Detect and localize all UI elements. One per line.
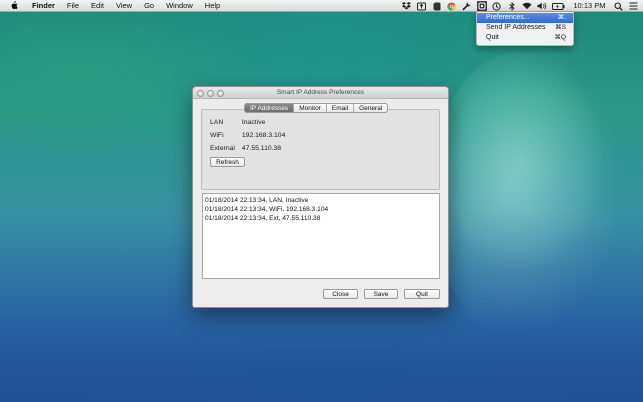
tab-bar: IP Addresses Monitor Email General	[244, 103, 389, 113]
window-titlebar[interactable]: Smart IP Address Preferences	[193, 87, 448, 99]
menu-help[interactable]: Help	[199, 0, 226, 12]
minimize-window-button[interactable]	[207, 89, 214, 97]
bluetooth-icon[interactable]	[507, 1, 517, 11]
tab-ip-addresses[interactable]: IP Addresses	[245, 104, 294, 112]
upload-icon[interactable]	[417, 1, 427, 11]
menu-finder[interactable]: Finder	[26, 0, 61, 12]
log-line: 01/18/2014 22:13:34, WiFi, 192.168.3.104	[205, 206, 329, 213]
menu-item-preferences-label: Preferences...	[486, 14, 530, 21]
ip-label-lan: LAN	[210, 119, 224, 126]
close-window-button[interactable]	[197, 89, 204, 97]
menu-item-preferences[interactable]: Preferences... ⌘,	[477, 13, 573, 23]
save-button[interactable]: Save	[364, 289, 398, 299]
smart-ip-icon[interactable]	[476, 1, 487, 11]
ip-label-wifi: WiFi	[210, 132, 224, 139]
apple-icon[interactable]	[10, 1, 18, 10]
menu-file[interactable]: File	[61, 0, 85, 12]
menu-item-quit[interactable]: Quit ⌘Q	[477, 33, 573, 43]
ip-row-lan: LAN Inactive	[210, 119, 265, 126]
battery-icon[interactable]	[552, 1, 566, 11]
tab-email[interactable]: Email	[325, 104, 353, 112]
spotlight-icon[interactable]	[613, 1, 623, 11]
preferences-window: Smart IP Address Preferences IP Addresse…	[192, 86, 449, 308]
tab-monitor[interactable]: Monitor	[293, 104, 326, 112]
menu-clock[interactable]: 10:13 PM	[568, 0, 610, 12]
menu-item-preferences-shortcut: ⌘,	[557, 14, 566, 21]
refresh-button[interactable]: Refresh	[210, 157, 245, 167]
window-controls	[197, 89, 227, 97]
evernote-icon[interactable]	[432, 1, 442, 11]
log-line: 01/18/2014 22:13:34, Ext, 47.55.110.38	[205, 215, 321, 222]
dropbox-icon[interactable]	[402, 1, 412, 11]
log-line: 01/18/2014 22:13:34, LAN, Inactive	[205, 197, 309, 204]
menu-go[interactable]: Go	[138, 0, 160, 12]
menu-edit[interactable]: Edit	[85, 0, 110, 12]
ip-value-lan: Inactive	[241, 119, 266, 126]
status-menu-dropdown: Preferences... ⌘, Send IP Addresses ⌘S Q…	[476, 12, 574, 46]
tab-general[interactable]: General	[353, 104, 387, 112]
list-icon[interactable]	[628, 1, 638, 11]
menu-item-quit-shortcut: ⌘Q	[554, 34, 566, 41]
menu-item-send-ip-addresses-shortcut: ⌘S	[555, 24, 566, 31]
ip-value-wifi: 192.168.3.104	[241, 132, 286, 139]
time-machine-icon[interactable]	[492, 1, 502, 11]
ip-row-external: External 47.55.110.38	[210, 145, 281, 152]
quit-button[interactable]: Quit	[404, 289, 440, 299]
ip-row-wifi: WiFi 192.168.3.104	[210, 132, 285, 139]
status-area: 10:13 PM	[399, 0, 643, 12]
ip-log-view[interactable]: 01/18/2014 22:13:34, LAN, Inactive 01/18…	[202, 193, 440, 279]
close-button[interactable]: Close	[323, 289, 358, 299]
ip-label-external: External	[210, 145, 235, 152]
wifi-icon[interactable]	[522, 1, 532, 11]
zoom-window-button[interactable]	[217, 89, 224, 97]
window-title: Smart IP Address Preferences	[276, 89, 365, 96]
menu-bar: Finder File Edit View Go Window Help 10:…	[0, 0, 643, 12]
wrench-icon[interactable]	[462, 1, 472, 11]
menu-item-send-ip-addresses-label: Send IP Addresses	[486, 24, 546, 31]
menu-view[interactable]: View	[110, 0, 138, 12]
menu-item-quit-label: Quit	[486, 34, 499, 41]
chrome-icon[interactable]	[447, 1, 457, 11]
volume-icon[interactable]	[537, 1, 547, 11]
menu-window[interactable]: Window	[160, 0, 199, 12]
ip-value-external: 47.55.110.38	[241, 145, 282, 152]
menu-item-send-ip-addresses[interactable]: Send IP Addresses ⌘S	[477, 23, 573, 33]
